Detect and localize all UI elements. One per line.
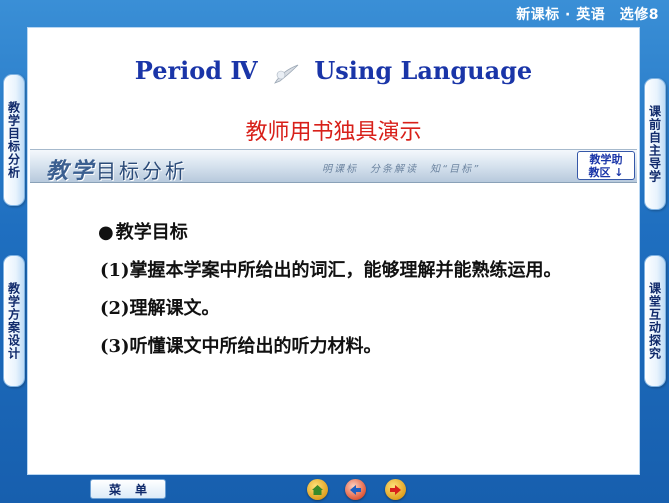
slide-title: Period Ⅳ Using Language	[28, 56, 639, 85]
content-area: ● 教学目标 (1)掌握本学案中所给出的词汇，能够理解并能熟练运用。 (2)理解课…	[52, 214, 622, 366]
back-icon[interactable]	[345, 479, 366, 500]
content-heading: ● 教学目标	[98, 222, 188, 243]
feather-icon	[272, 62, 300, 84]
nav-tab-label: 教学目标分析	[6, 101, 21, 179]
teaching-help-button[interactable]: 教学助 教区 ↓	[577, 151, 635, 180]
bullet-icon: ●	[98, 222, 114, 243]
menu-button[interactable]: 菜单	[90, 479, 166, 499]
title-topic: Using Language	[314, 56, 533, 85]
content-item: (2)理解课文。	[100, 298, 220, 319]
nav-tab-classroom[interactable]: 课堂互动探究	[644, 255, 666, 387]
title-numeral: Ⅳ	[230, 56, 258, 85]
banner-title: 教学目标分析	[46, 159, 189, 184]
nav-tab-label: 课堂互动探究	[647, 282, 662, 360]
slide-subtitle: 教师用书独具演示	[245, 120, 422, 145]
forward-icon[interactable]	[385, 479, 406, 500]
content-item: (1)掌握本学案中所给出的词汇，能够理解并能熟练运用。	[100, 260, 562, 281]
home-icon[interactable]	[307, 479, 328, 500]
top-bar: 新课标 · 英语 选修8	[0, 0, 669, 26]
nav-tab-teaching-plan[interactable]: 教学方案设计	[3, 255, 25, 387]
nav-tab-preview[interactable]: 课前自主导学	[644, 78, 666, 210]
nav-tab-label: 教学方案设计	[6, 282, 21, 360]
content-item: (3)听懂课文中所给出的听力材料。	[100, 336, 382, 357]
bottom-bar: 菜单	[0, 476, 669, 503]
nav-tab-teaching-goals[interactable]: 教学目标分析	[3, 74, 25, 206]
banner-slogan: 明课标 分条解读 知“目标”	[322, 164, 481, 175]
title-period: Period	[134, 56, 223, 85]
help-line-2: 教区 ↓	[588, 166, 624, 179]
nav-tab-label: 课前自主导学	[647, 105, 662, 183]
help-line-1: 教学助	[589, 153, 623, 166]
section-banner: 教学目标分析 明课标 分条解读 知“目标” 教学助 教区 ↓	[30, 149, 637, 184]
course-tag: 新课标 · 英语 选修8	[516, 7, 659, 23]
slide-panel: Period Ⅳ Using Language 教师用书独具演示 教学目标分析 …	[27, 27, 640, 475]
